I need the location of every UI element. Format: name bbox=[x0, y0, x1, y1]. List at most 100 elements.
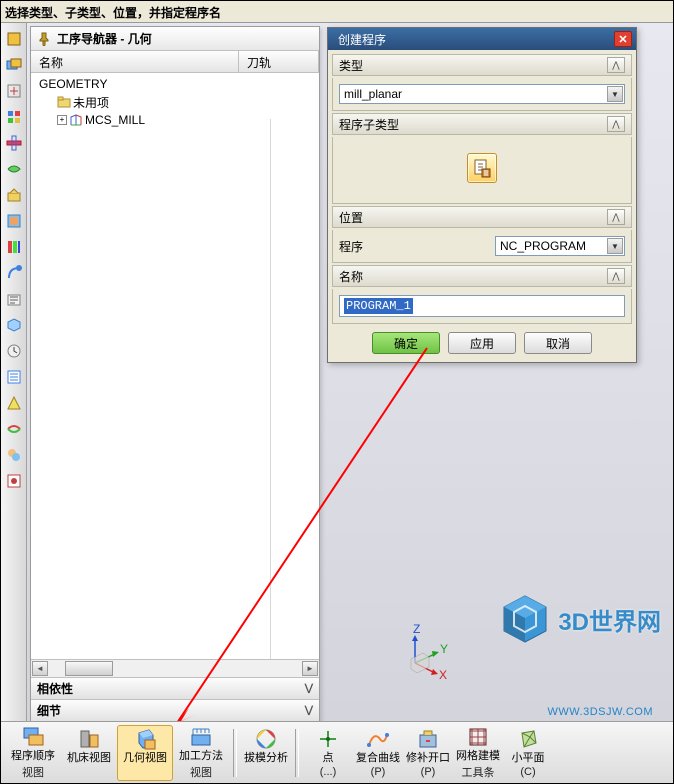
dependency-section[interactable]: 相依性 ⋁ bbox=[31, 677, 319, 699]
navigator-tree[interactable]: GEOMETRY 未用项 + MCS_MILL bbox=[31, 73, 319, 659]
location-group-body: 程序 NC_PROGRAM ▼ bbox=[332, 230, 632, 263]
tool-11[interactable] bbox=[4, 289, 24, 309]
ok-button[interactable]: 确定 bbox=[372, 332, 440, 354]
tree-unused[interactable]: 未用项 bbox=[31, 93, 319, 111]
mcs-label: MCS_MILL bbox=[85, 113, 145, 127]
method-view-button[interactable]: 加工方法 视图 bbox=[173, 725, 229, 781]
column-divider bbox=[270, 119, 271, 659]
subtype-group-body bbox=[332, 137, 632, 204]
folder-icon bbox=[57, 95, 71, 109]
tool-13[interactable] bbox=[4, 341, 24, 361]
svg-text:Z: Z bbox=[413, 622, 420, 636]
tree-mcs-mill[interactable]: + MCS_MILL bbox=[31, 111, 319, 129]
type-value: mill_planar bbox=[344, 87, 402, 101]
repair-icon bbox=[416, 727, 440, 751]
tool-7[interactable] bbox=[4, 185, 24, 205]
geometry-view-icon bbox=[133, 727, 157, 751]
tree-root[interactable]: GEOMETRY bbox=[31, 75, 319, 93]
repair-open-button[interactable]: 修补开口 (P) bbox=[403, 725, 453, 781]
watermark: 3D世界网 bbox=[498, 592, 661, 646]
point-button[interactable]: 点 (...) bbox=[303, 725, 353, 781]
subtype-label: 程序子类型 bbox=[339, 116, 399, 133]
close-button[interactable]: ✕ bbox=[614, 31, 632, 47]
left-vertical-toolbar bbox=[1, 23, 27, 761]
dialog-titlebar[interactable]: 创建程序 ✕ bbox=[328, 28, 636, 50]
program-label: 程序 bbox=[339, 238, 363, 255]
tool-17[interactable] bbox=[4, 445, 24, 465]
chevron-up-icon: ⋀ bbox=[607, 57, 625, 73]
mesh-model-button[interactable]: 网格建模 工具条 bbox=[453, 725, 503, 781]
tool-4[interactable] bbox=[4, 107, 24, 127]
mini-face-button[interactable]: 小平面 (C) bbox=[503, 725, 553, 781]
method-view-icon bbox=[189, 725, 213, 749]
coordinate-triad: Z Y X bbox=[397, 621, 457, 681]
viewport: 工序导航器 - 几何 名称 刀轨 GEOMETRY 未用项 + MCS_MILL bbox=[27, 23, 673, 721]
tool-14[interactable] bbox=[4, 367, 24, 387]
cube-logo-icon bbox=[498, 592, 552, 646]
dialog-button-row: 确定 应用 取消 bbox=[332, 326, 632, 358]
tool-5[interactable] bbox=[4, 133, 24, 153]
svg-text:Y: Y bbox=[440, 642, 448, 656]
composite-curve-button[interactable]: 复合曲线 (P) bbox=[353, 725, 403, 781]
name-input[interactable]: PROGRAM_1 bbox=[339, 295, 625, 317]
location-label: 位置 bbox=[339, 209, 363, 226]
machine-view-button[interactable]: 机床视图 bbox=[61, 725, 117, 781]
tool-12[interactable] bbox=[4, 315, 24, 335]
program-icon bbox=[472, 158, 492, 178]
draft-analysis-button[interactable]: 拔模分析 bbox=[241, 725, 291, 781]
tool-10[interactable] bbox=[4, 263, 24, 283]
apply-button[interactable]: 应用 bbox=[448, 332, 516, 354]
tool-8[interactable] bbox=[4, 211, 24, 231]
name-label: 名称 bbox=[339, 268, 363, 285]
tool-16[interactable] bbox=[4, 419, 24, 439]
dropdown-icon[interactable]: ▼ bbox=[607, 86, 623, 102]
tool-9[interactable] bbox=[4, 237, 24, 257]
location-group-header[interactable]: 位置 ⋀ bbox=[332, 206, 632, 228]
tool-18[interactable] bbox=[4, 471, 24, 491]
tool-3[interactable] bbox=[4, 81, 24, 101]
type-group-body: mill_planar ▼ bbox=[332, 78, 632, 111]
chevron-up-icon: ⋀ bbox=[607, 116, 625, 132]
horizontal-scrollbar[interactable]: ◄ ► bbox=[31, 659, 319, 677]
watermark-text: 3D世界网 bbox=[558, 602, 661, 637]
cancel-button[interactable]: 取消 bbox=[524, 332, 592, 354]
scroll-left-button[interactable]: ◄ bbox=[32, 661, 48, 676]
tool-1[interactable] bbox=[4, 29, 24, 49]
detail-label: 细节 bbox=[37, 702, 61, 719]
expander-icon[interactable]: + bbox=[57, 115, 67, 125]
mini-face-icon bbox=[516, 727, 540, 751]
subtype-group-header[interactable]: 程序子类型 ⋀ bbox=[332, 113, 632, 135]
point-icon bbox=[316, 727, 340, 751]
tool-15[interactable] bbox=[4, 393, 24, 413]
geometry-view-button[interactable]: 几何视图 bbox=[117, 725, 173, 781]
composite-curve-icon bbox=[366, 727, 390, 751]
program-combo[interactable]: NC_PROGRAM ▼ bbox=[495, 236, 625, 256]
mcs-icon bbox=[69, 113, 83, 127]
chevron-down-icon: ⋁ bbox=[305, 683, 313, 694]
program-value: NC_PROGRAM bbox=[500, 239, 586, 253]
program-order-icon bbox=[21, 725, 45, 749]
scroll-thumb[interactable] bbox=[65, 661, 113, 676]
navigator-header: 工序导航器 - 几何 bbox=[31, 27, 319, 51]
toolbar-separator bbox=[233, 729, 237, 777]
name-group-header[interactable]: 名称 ⋀ bbox=[332, 265, 632, 287]
type-combo[interactable]: mill_planar ▼ bbox=[339, 84, 625, 104]
detail-section[interactable]: 细节 ⋁ bbox=[31, 699, 319, 721]
pin-icon[interactable] bbox=[37, 32, 51, 46]
bottom-toolbar: 程序顺序 视图 机床视图 几何视图 加工方法 视图 bbox=[1, 721, 673, 783]
column-name[interactable]: 名称 bbox=[31, 51, 239, 72]
program-order-view-button[interactable]: 程序顺序 视图 bbox=[5, 725, 61, 781]
type-group-header[interactable]: 类型 ⋀ bbox=[332, 54, 632, 76]
draft-icon bbox=[254, 727, 278, 751]
tool-6[interactable] bbox=[4, 159, 24, 179]
subtype-program-button[interactable] bbox=[467, 153, 497, 183]
instruction-bar: 选择类型、子类型、位置，并指定程序名 bbox=[1, 1, 673, 23]
geometry-label: GEOMETRY bbox=[39, 77, 107, 91]
scroll-right-button[interactable]: ► bbox=[302, 661, 318, 676]
toolbar-separator bbox=[295, 729, 299, 777]
mesh-icon bbox=[466, 725, 490, 749]
watermark-url: WWW.3DSJW.COM bbox=[548, 706, 654, 718]
column-track[interactable]: 刀轨 bbox=[239, 51, 319, 72]
tool-2[interactable] bbox=[4, 55, 24, 75]
dropdown-icon[interactable]: ▼ bbox=[607, 238, 623, 254]
